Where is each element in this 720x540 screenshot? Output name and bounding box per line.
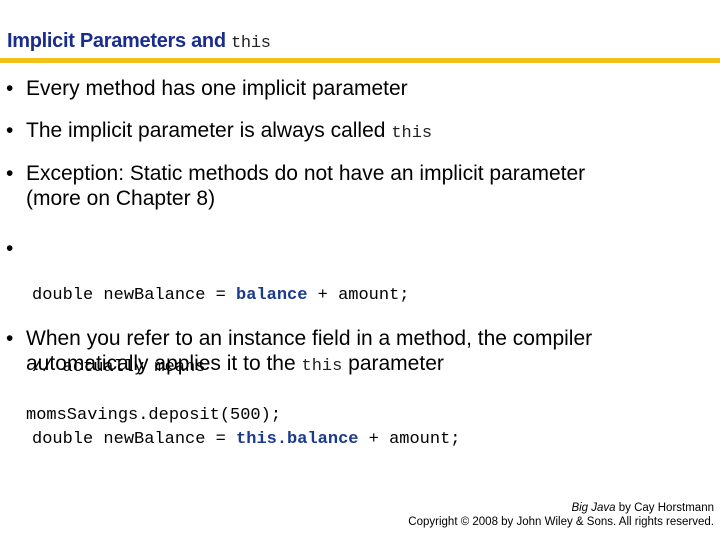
bullet-item: • Exception: Static methods do not have … — [6, 161, 585, 211]
example-code: momsSavings.deposit(500); — [26, 406, 282, 425]
bullet-icon: • — [6, 162, 14, 185]
title-code: this — [231, 34, 271, 53]
inline-code: this — [301, 357, 343, 376]
footer: Big Java by Cay Horstmann Copyright © 20… — [408, 502, 714, 528]
bullet-icon: • — [6, 77, 14, 100]
bullet-item: • The implicit parameter is always calle… — [6, 118, 432, 146]
bullet-text: Exception: Static methods do not have an… — [26, 162, 586, 185]
bullet-text: The implicit parameter is always called — [26, 119, 386, 142]
bullet-text: Every method has one implicit parameter — [26, 77, 408, 100]
bullet-text-line2: automatically applies it to the — [26, 352, 296, 375]
bullet-icon: • — [6, 119, 14, 142]
code-line: double newBalance = this.balance + amoun… — [32, 430, 461, 449]
title-divider — [0, 58, 720, 63]
code-line: double newBalance = balance + amount; — [32, 286, 410, 305]
copyright: Copyright © 2008 by John Wiley & Sons. A… — [408, 516, 714, 528]
bullet-text-line2: (more on Chapter 8) — [26, 187, 216, 210]
slide-title: Implicit Parameters and this — [7, 30, 271, 53]
inline-code: this — [391, 124, 433, 143]
bullet-icon: • — [6, 327, 14, 350]
bullet-item: • Every method has one implicit paramete… — [6, 76, 408, 101]
bullet-item: • When you refer to an instance field in… — [6, 327, 593, 376]
title-text: Implicit Parameters and — [7, 30, 226, 52]
bullet-icon: • — [6, 237, 14, 260]
book-title: Big Java — [571, 502, 616, 514]
bullet-text: When you refer to an instance field in a… — [26, 327, 593, 350]
